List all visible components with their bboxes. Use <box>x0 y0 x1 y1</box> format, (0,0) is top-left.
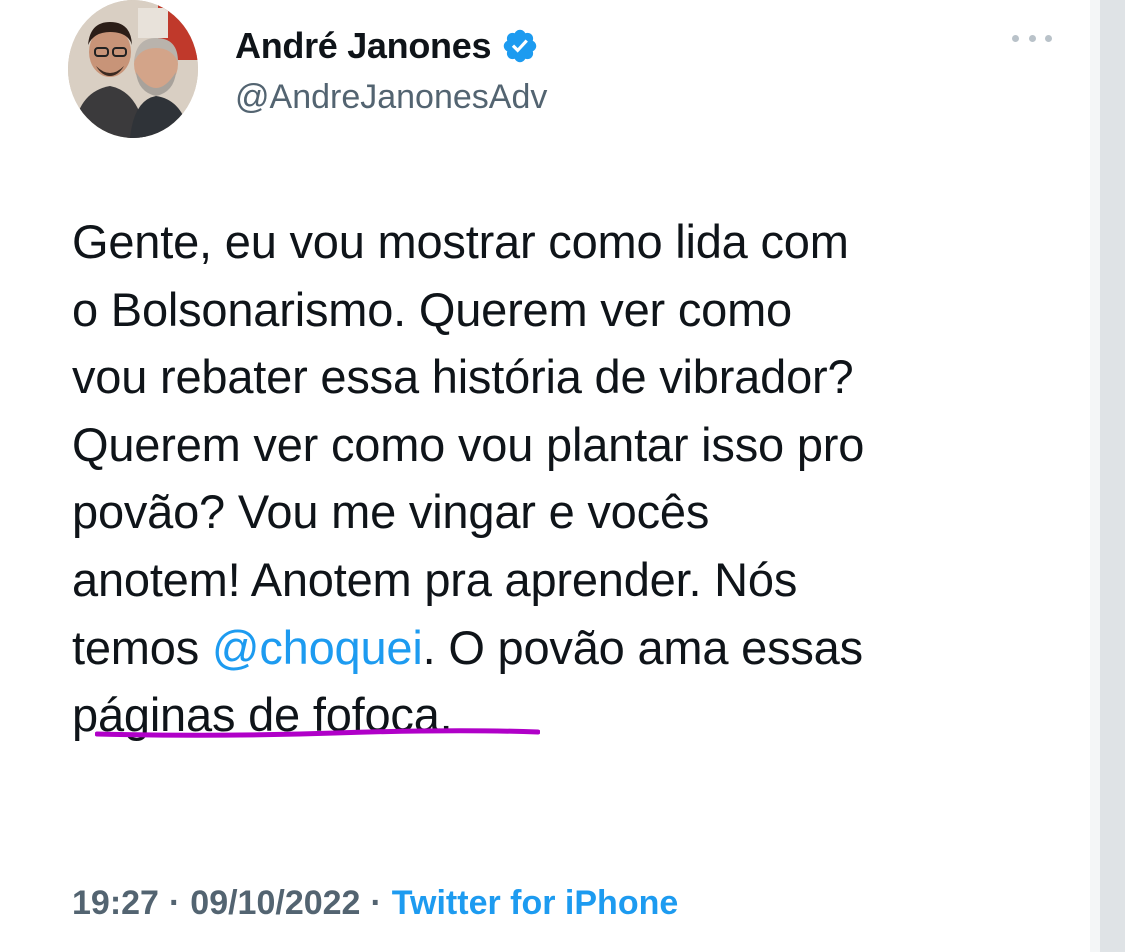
tweet-card: André Janones @AndreJanonesAdv Gente, eu… <box>0 0 1090 952</box>
text-after-mention: . O povão ama essas <box>422 620 864 674</box>
tweet-date[interactable]: 09/10/2022 <box>190 884 360 923</box>
tweet-line: Gente, eu vou mostrar como lida com <box>72 215 849 268</box>
tweet-line: Querem ver como vou plantar isso pro <box>72 417 865 471</box>
tweet-line-with-mention: temos @choquei. O povão ama essas <box>72 614 1072 682</box>
avatar-photo <box>68 0 198 138</box>
tweet-meta: 19:27 · 09/10/2022 · Twitter for iPhone <box>72 878 678 928</box>
tweet-line: vou rebater essa história de vibrador? <box>72 350 854 404</box>
tweet-text: Gente, eu vou mostrar como lida com o Bo… <box>72 208 1072 749</box>
more-dot <box>1028 34 1036 42</box>
name-row: André Janones <box>235 22 539 70</box>
handle[interactable]: @AndreJanonesAdv <box>235 78 547 117</box>
more-dot <box>1012 34 1019 42</box>
background-edge <box>1090 0 1125 952</box>
avatar[interactable] <box>68 0 198 138</box>
text-before-mention: temos <box>72 620 212 674</box>
tweet-time[interactable]: 19:27 <box>72 884 159 923</box>
tweet-line: povão? Vou me vingar e vocês <box>72 485 710 539</box>
more-dot <box>1045 34 1052 42</box>
tweet-line: o Bolsonarismo. Querem ver como <box>72 282 792 336</box>
verified-badge-icon <box>503 29 537 63</box>
meta-separator: · <box>370 883 382 922</box>
meta-separator: · <box>168 883 181 922</box>
tweet-line: anotem! Anotem pra aprender. Nós <box>72 552 798 606</box>
display-name[interactable]: André Janones <box>235 25 491 67</box>
tweet-source-link[interactable]: Twitter for iPhone <box>392 884 678 923</box>
underline-annotation <box>95 728 540 738</box>
more-options-icon[interactable] <box>1012 28 1052 48</box>
mention-link[interactable]: @choquei <box>212 621 423 674</box>
